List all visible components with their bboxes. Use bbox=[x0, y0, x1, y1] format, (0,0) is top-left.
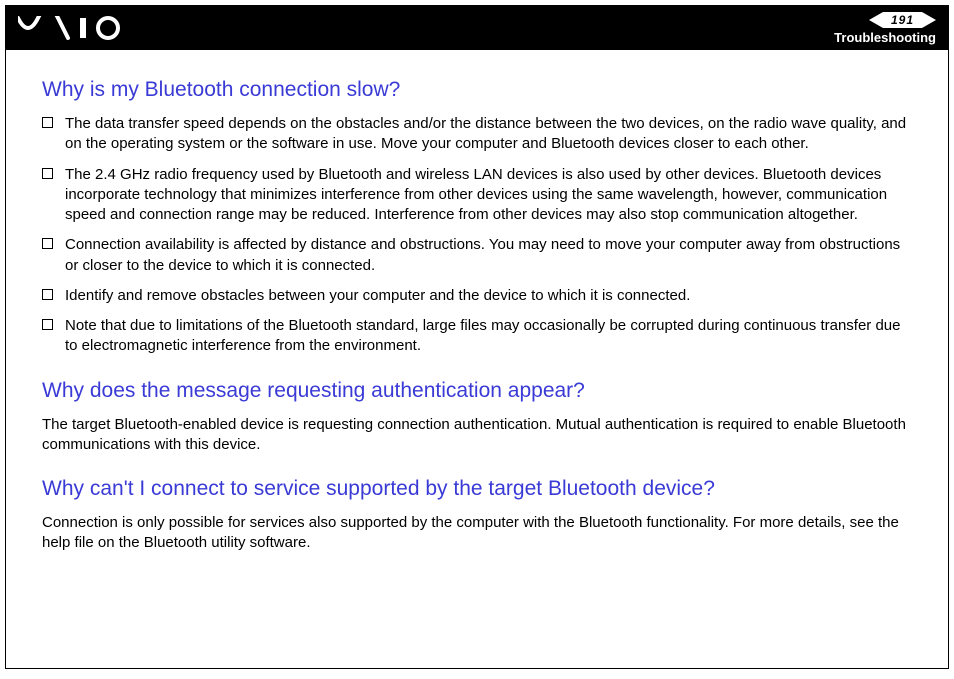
page-nav: 191 bbox=[869, 12, 936, 28]
prev-page-arrow-icon[interactable] bbox=[869, 12, 883, 28]
bullet-text: The 2.4 GHz radio frequency used by Blue… bbox=[65, 165, 912, 226]
bullet-list-1: The data transfer speed depends on the o… bbox=[42, 114, 912, 357]
bullet-text: Identify and remove obstacles between yo… bbox=[65, 286, 690, 306]
bullet-text: Note that due to limitations of the Blue… bbox=[65, 316, 912, 357]
bullet-text: Connection availability is affected by d… bbox=[65, 235, 912, 276]
bullet-square-icon bbox=[42, 319, 53, 330]
page-frame: 191 Troubleshooting Why is my Bluetooth … bbox=[5, 5, 949, 669]
bullet-text: The data transfer speed depends on the o… bbox=[65, 114, 912, 155]
question-heading-2: Why does the message requesting authenti… bbox=[42, 379, 912, 403]
vaio-logo bbox=[18, 16, 128, 40]
bullet-square-icon bbox=[42, 168, 53, 179]
page-number: 191 bbox=[883, 12, 922, 28]
list-item: The 2.4 GHz radio frequency used by Blue… bbox=[42, 165, 912, 226]
header-bar: 191 Troubleshooting bbox=[6, 6, 948, 50]
next-page-arrow-icon[interactable] bbox=[922, 12, 936, 28]
list-item: The data transfer speed depends on the o… bbox=[42, 114, 912, 155]
list-item: Identify and remove obstacles between yo… bbox=[42, 286, 912, 306]
bullet-square-icon bbox=[42, 238, 53, 249]
header-right: 191 Troubleshooting bbox=[834, 12, 936, 45]
content-area: Why is my Bluetooth connection slow? The… bbox=[6, 50, 948, 564]
bullet-square-icon bbox=[42, 289, 53, 300]
list-item: Note that due to limitations of the Blue… bbox=[42, 316, 912, 357]
bullet-square-icon bbox=[42, 117, 53, 128]
list-item: Connection availability is affected by d… bbox=[42, 235, 912, 276]
section-label: Troubleshooting bbox=[834, 30, 936, 45]
question-heading-3: Why can't I connect to service supported… bbox=[42, 477, 912, 501]
paragraph-2: The target Bluetooth-enabled device is r… bbox=[42, 415, 912, 456]
paragraph-3: Connection is only possible for services… bbox=[42, 513, 912, 554]
vaio-logo-svg bbox=[18, 16, 128, 40]
question-heading-1: Why is my Bluetooth connection slow? bbox=[42, 78, 912, 102]
